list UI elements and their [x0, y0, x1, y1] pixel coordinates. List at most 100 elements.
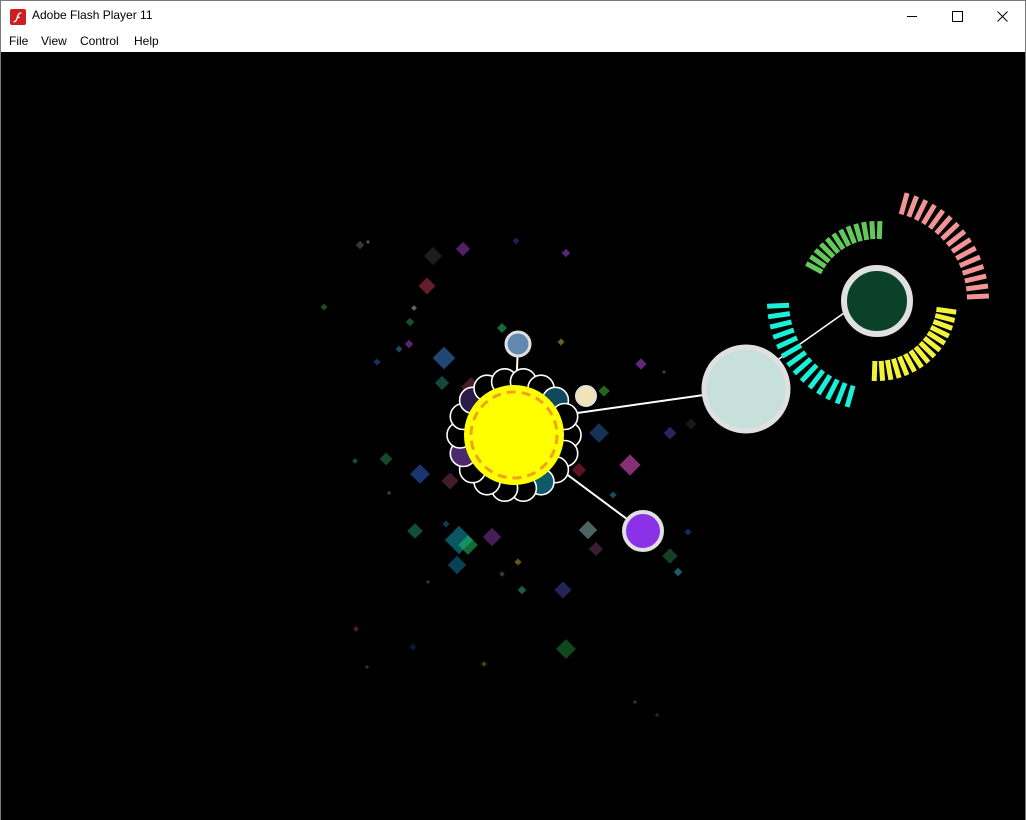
- particle-diamond: [635, 358, 647, 370]
- particle-diamond: [685, 418, 697, 430]
- particle-diamond: [561, 248, 571, 258]
- particle-diamond: [482, 527, 502, 547]
- stage-canvas[interactable]: [1, 52, 1025, 820]
- particle-diamond: [407, 523, 423, 539]
- particle-diamond: [481, 661, 487, 667]
- particle-diamond: [554, 581, 572, 599]
- particle-diamond: [578, 520, 598, 540]
- ring-segment-yellow: [891, 358, 902, 379]
- planet-cream[interactable]: [575, 385, 597, 407]
- particle-diamond: [410, 464, 430, 484]
- ring-segment-yellow: [934, 313, 956, 323]
- particle-diamond: [447, 555, 467, 575]
- sun[interactable]: [464, 385, 564, 485]
- ring-segment-pink: [961, 264, 985, 276]
- ring-segment-cyan: [776, 335, 799, 350]
- ring-segment-yellow: [871, 360, 878, 382]
- particle-diamond: [673, 567, 683, 577]
- particle-diamond: [441, 472, 459, 490]
- ring-segment-cyan: [844, 385, 856, 408]
- particle-diamond: [588, 541, 604, 557]
- particle-diamond: [455, 241, 471, 257]
- particle-diamond: [514, 558, 522, 566]
- flash-player-window: Adobe Flash Player 11 File View Control …: [0, 0, 1026, 820]
- flash-player-icon: [10, 9, 26, 25]
- particle-diamond: [517, 585, 527, 595]
- ring-segment-cyan: [772, 327, 795, 340]
- particle-diamond: [662, 548, 678, 564]
- particle-diamond: [512, 237, 520, 245]
- ring-segment-cyan: [767, 311, 791, 320]
- ring-segment-cyan: [766, 302, 790, 309]
- particle-diamond: [395, 345, 403, 353]
- particle-diamond: [557, 338, 565, 346]
- particle-diamond: [684, 528, 692, 536]
- particle-diamond: [632, 699, 638, 705]
- particle-diamond: [589, 423, 609, 443]
- ring-segment-green: [861, 221, 870, 241]
- close-button[interactable]: [979, 1, 1025, 31]
- ring-segment-pink: [964, 273, 987, 284]
- ring-segment-cyan: [769, 319, 793, 330]
- close-icon: [997, 11, 1008, 22]
- menu-help[interactable]: Help: [134, 34, 159, 48]
- planet-dark-green[interactable]: [841, 265, 913, 337]
- ring-segment-green: [869, 221, 876, 240]
- particle-diamond: [432, 346, 456, 370]
- particle-diamond: [379, 452, 393, 466]
- maximize-button[interactable]: [934, 1, 980, 31]
- particle-diamond: [434, 375, 450, 391]
- particle-diamond: [418, 277, 436, 295]
- particle-diamond: [373, 358, 381, 366]
- particle-diamond: [619, 454, 641, 476]
- ring-segment-pink: [906, 195, 919, 218]
- particle-diamond: [411, 305, 417, 311]
- particle-diamond: [386, 490, 392, 496]
- planet-pale[interactable]: [701, 344, 791, 434]
- minimize-button[interactable]: [889, 1, 935, 31]
- flash-stage[interactable]: [1, 52, 1025, 820]
- menu-control[interactable]: Control: [80, 34, 119, 48]
- ring-segment-green: [876, 221, 883, 240]
- particle-diamond: [352, 458, 358, 464]
- particle-diamond: [425, 579, 431, 585]
- ring-segment-green: [853, 223, 863, 242]
- particle-diamond: [442, 520, 450, 528]
- particle-diamond: [353, 626, 359, 632]
- menu-bar: File View Control Help: [1, 32, 1025, 51]
- maximize-icon: [952, 11, 963, 22]
- ring-segment-pink: [913, 199, 929, 222]
- ring-segment-cyan: [825, 378, 840, 401]
- ring-segment-cyan: [834, 382, 848, 405]
- ring-segment-pink: [965, 283, 989, 292]
- particle-diamond: [571, 462, 587, 478]
- particle-diamond: [405, 317, 415, 327]
- minimize-icon: [907, 16, 917, 17]
- planet-purple[interactable]: [622, 510, 664, 552]
- particle-diamond: [364, 664, 370, 670]
- particle-diamond: [654, 712, 660, 718]
- menu-view[interactable]: View: [41, 34, 67, 48]
- title-bar[interactable]: Adobe Flash Player 11: [1, 1, 1025, 32]
- particle-diamond: [499, 571, 505, 577]
- ring-segment-pink: [966, 293, 990, 300]
- menu-file[interactable]: File: [9, 34, 28, 48]
- particle-diamond: [404, 339, 414, 349]
- particle-diamond: [661, 369, 667, 375]
- ring-segment-pink: [958, 254, 981, 269]
- particle-diamond: [609, 491, 617, 499]
- particle-diamond: [365, 239, 371, 245]
- particle-diamond: [409, 643, 417, 651]
- window-title: Adobe Flash Player 11: [32, 8, 153, 22]
- particle-diamond: [423, 246, 443, 266]
- particle-diamond: [497, 323, 507, 333]
- particle-diamond: [355, 240, 365, 250]
- particle-diamond: [663, 426, 677, 440]
- planet-blue[interactable]: [504, 330, 532, 358]
- particle-diamond: [320, 303, 328, 311]
- ring-segment-yellow: [936, 306, 957, 315]
- particle-diamond: [598, 385, 610, 397]
- ring-segment-yellow: [878, 360, 886, 381]
- ring-segment-yellow: [884, 359, 894, 381]
- ring-segment-pink: [898, 192, 910, 215]
